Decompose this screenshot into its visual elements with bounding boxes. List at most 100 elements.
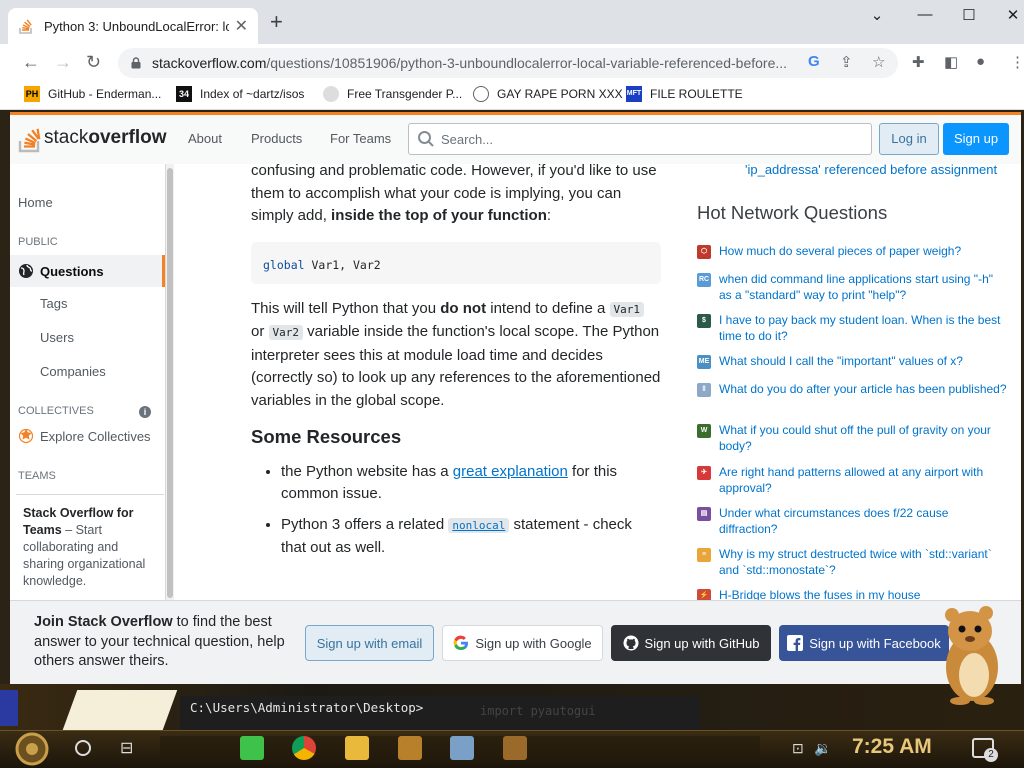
chevron-down-icon[interactable]: ⌄ bbox=[862, 6, 892, 26]
app-taskbar-icon[interactable] bbox=[398, 736, 422, 760]
close-window-icon[interactable]: ✕ bbox=[998, 6, 1024, 26]
google-lens-icon[interactable]: G bbox=[808, 53, 820, 70]
explore-collectives-label: Explore Collectives bbox=[40, 428, 151, 444]
nav-tags[interactable]: Tags bbox=[40, 296, 67, 311]
new-tab-button[interactable]: + bbox=[270, 11, 283, 33]
hamster-mascot-icon[interactable] bbox=[930, 605, 1010, 705]
nonlocal-link[interactable]: nonlocal bbox=[448, 517, 510, 533]
hnq-item[interactable]: ‖ What do you do after your article has b… bbox=[697, 382, 1007, 398]
bookmark-item[interactable]: PH GitHub - Enderman... bbox=[24, 86, 161, 102]
code-block: global Var1, Var2 bbox=[251, 241, 661, 284]
terminal-prompt: C:\Users\Administrator\Desktop> bbox=[190, 700, 424, 715]
signup-email-button[interactable]: Sign up with email bbox=[305, 625, 434, 661]
section-heading: Some Resources bbox=[251, 426, 402, 447]
teams-promo[interactable]: Stack Overflow for Teams – Start collabo… bbox=[16, 494, 164, 600]
signup-button[interactable]: Sign up bbox=[943, 123, 1009, 155]
task-view-icon[interactable]: ⊟ bbox=[120, 738, 133, 758]
hnq-link[interactable]: H-Bridge blows the fuses in my house bbox=[719, 588, 920, 600]
so-top-bar: stackoverflow About Products For Teams S… bbox=[10, 112, 1021, 164]
terminal-window[interactable]: C:\Users\Administrator\Desktop> bbox=[180, 696, 700, 732]
notes-app-icon[interactable] bbox=[240, 736, 264, 760]
answer-paragraph: confusing and problematic code. However,… bbox=[251, 164, 661, 228]
signup-github-label: Sign up with GitHub bbox=[644, 635, 760, 651]
bookmark-item[interactable]: 34 Index of ~dartz/isos bbox=[176, 86, 304, 102]
hnq-link[interactable]: What if you could shut off the pull of g… bbox=[719, 423, 1007, 454]
search-input[interactable]: Search... bbox=[408, 123, 872, 155]
hnq-link[interactable]: Are right hand patterns allowed at any a… bbox=[719, 465, 1007, 496]
chrome-taskbar-icon[interactable] bbox=[292, 736, 316, 760]
network-icon[interactable]: ⊡ bbox=[792, 740, 804, 757]
hnq-item[interactable]: ⬡ How much do several pieces of paper wei… bbox=[697, 244, 1007, 260]
nav-for-teams[interactable]: For Teams bbox=[330, 131, 391, 146]
great-explanation-link[interactable]: great explanation bbox=[453, 463, 568, 480]
scrollbar-thumb[interactable] bbox=[167, 168, 173, 598]
text-span: : bbox=[546, 207, 552, 224]
dartz-favicon-icon: 34 bbox=[176, 86, 192, 102]
bookmark-item[interactable]: MFT FILE ROULETTE bbox=[626, 86, 743, 102]
hnq-item[interactable]: ✈ Are right hand patterns allowed at any … bbox=[697, 465, 1007, 496]
nav-home[interactable]: Home bbox=[18, 195, 53, 210]
address-bar[interactable]: stackoverflow.com/questions/10851906/pyt… bbox=[118, 48, 898, 78]
reload-icon[interactable]: ↻ bbox=[86, 52, 101, 73]
hnq-link[interactable]: when did command line applications start… bbox=[719, 272, 1007, 303]
maximize-icon[interactable]: ☐ bbox=[954, 6, 984, 26]
nav-products[interactable]: Products bbox=[251, 131, 302, 146]
back-icon[interactable]: ← bbox=[22, 52, 40, 73]
text-span: This will tell Python that you bbox=[251, 299, 441, 317]
hnq-link[interactable]: What should I call the "important" value… bbox=[719, 354, 963, 370]
hnq-link[interactable]: I have to pay back my student loan. When… bbox=[719, 313, 1007, 344]
browser-tab[interactable]: Python 3: UnboundLocalError: lo ✕ bbox=[8, 8, 258, 44]
hnq-link[interactable]: What do you do after your article has be… bbox=[719, 382, 1007, 398]
facebook-icon bbox=[787, 635, 804, 651]
side-panel-icon[interactable]: ◧ bbox=[944, 53, 958, 71]
desktop-icon[interactable] bbox=[0, 690, 18, 726]
nav-users[interactable]: Users bbox=[40, 330, 74, 345]
hnq-link[interactable]: Why is my struct destructed twice with `… bbox=[719, 547, 1007, 578]
hnq-item[interactable]: ME What should I call the "important" val… bbox=[697, 354, 1007, 370]
login-button[interactable]: Log in bbox=[879, 123, 939, 155]
info-icon[interactable]: i bbox=[139, 406, 151, 418]
hnq-link[interactable]: How much do several pieces of paper weig… bbox=[719, 244, 961, 260]
hnq-item[interactable]: W What if you could shut off the pull of … bbox=[697, 423, 1007, 454]
nav-questions[interactable]: Questions bbox=[10, 255, 165, 287]
stackoverflow-favicon-icon bbox=[19, 19, 32, 34]
app-taskbar-icon[interactable] bbox=[503, 736, 527, 760]
extensions-icon[interactable]: ✚ bbox=[912, 53, 925, 71]
profile-avatar-icon[interactable]: ● bbox=[976, 53, 985, 70]
stackoverflow-logo[interactable]: stackoverflow bbox=[18, 123, 166, 153]
inline-code: Var2 bbox=[268, 325, 304, 340]
related-question-link[interactable]: 'ip_addressa' referenced before assignme… bbox=[745, 164, 997, 177]
hnq-item[interactable]: ▤ Under what circumstances does f/22 caus… bbox=[697, 506, 1007, 537]
hnq-item[interactable]: ⚡ H-Bridge blows the fuses in my house bbox=[697, 588, 1007, 600]
menu-kebab-icon[interactable]: ⋮ bbox=[1010, 53, 1024, 71]
hnq-link[interactable]: Under what circumstances does f/22 cause… bbox=[719, 506, 1007, 537]
minimize-icon[interactable]: — bbox=[910, 6, 940, 26]
volume-icon[interactable]: 🔉 bbox=[814, 740, 831, 757]
nav-companies[interactable]: Companies bbox=[40, 364, 106, 379]
signup-github-button[interactable]: Sign up with GitHub bbox=[611, 625, 771, 661]
join-banner: Join Stack Overflow to find the best ans… bbox=[10, 600, 1021, 684]
search-icon bbox=[418, 131, 434, 147]
file-explorer-icon[interactable] bbox=[345, 736, 369, 760]
start-button-icon[interactable] bbox=[10, 732, 54, 766]
nav-about[interactable]: About bbox=[188, 131, 222, 146]
close-tab-icon[interactable]: ✕ bbox=[235, 16, 248, 36]
answer-body: confusing and problematic code. However,… bbox=[251, 164, 661, 568]
sidebar-scrollbar[interactable] bbox=[166, 164, 174, 600]
search-circle-icon[interactable] bbox=[75, 740, 91, 756]
hnq-item[interactable]: ≡ Why is my struct destructed twice with … bbox=[697, 547, 1007, 578]
taskbar-clock[interactable]: 7:25 AM bbox=[852, 735, 932, 759]
bookmark-star-icon[interactable]: ☆ bbox=[872, 53, 885, 71]
bookmark-item[interactable]: GAY RAPE PORN XXX bbox=[473, 86, 623, 102]
forward-icon[interactable]: → bbox=[54, 52, 72, 73]
site-icon: ✈ bbox=[697, 466, 711, 480]
app-taskbar-icon[interactable] bbox=[450, 736, 474, 760]
nav-explore-collectives[interactable]: Explore Collectives bbox=[18, 428, 151, 444]
signup-google-button[interactable]: Sign up with Google bbox=[442, 625, 603, 661]
signup-facebook-button[interactable]: Sign up with Facebook bbox=[779, 625, 949, 661]
hnq-item[interactable]: RC when did command line applications sta… bbox=[697, 272, 1007, 303]
bookmarks-bar: PH GitHub - Enderman... 34 Index of ~dartz… bbox=[0, 80, 1024, 110]
bookmark-item[interactable]: Free Transgender P... bbox=[323, 86, 462, 102]
share-icon[interactable]: ⇪ bbox=[840, 53, 853, 71]
hnq-item[interactable]: $ I have to pay back my student loan. Whe… bbox=[697, 313, 1007, 344]
